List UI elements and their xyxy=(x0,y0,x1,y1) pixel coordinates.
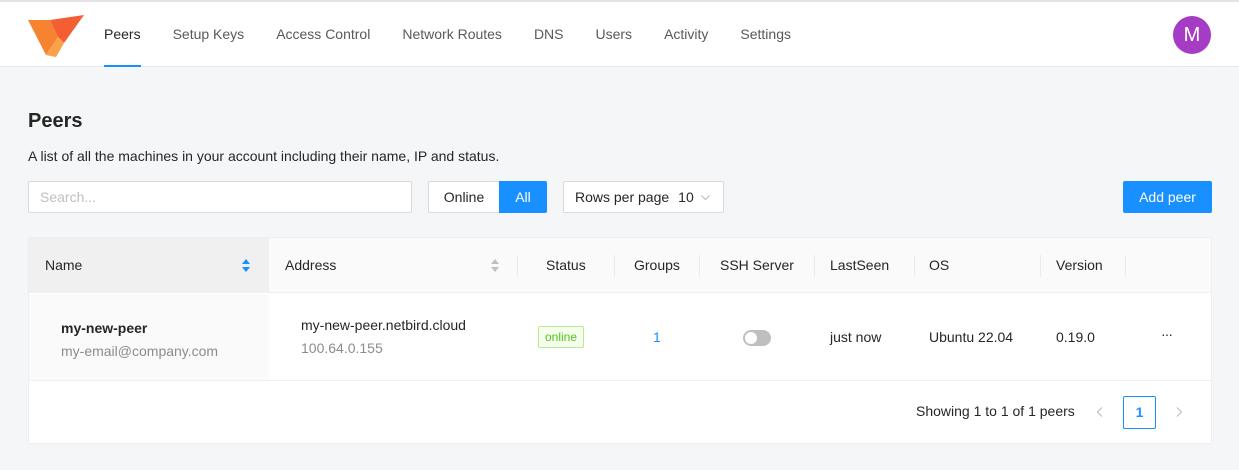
nav-setup-keys[interactable]: Setup Keys xyxy=(173,2,245,67)
rows-per-page-label: Rows per page xyxy=(575,189,670,205)
peer-version: 0.19.0 xyxy=(1056,329,1095,345)
nav-settings[interactable]: Settings xyxy=(740,2,791,67)
nav-dns[interactable]: DNS xyxy=(534,2,564,67)
nav-access-control[interactable]: Access Control xyxy=(276,2,370,67)
column-header-groups: Groups xyxy=(634,257,680,273)
status-badge: online xyxy=(538,326,585,348)
rows-per-page-select[interactable]: Rows per page 10 xyxy=(563,181,724,213)
chevron-down-icon xyxy=(700,194,710,200)
page-title: Peers xyxy=(28,110,83,132)
main-nav: Peers Setup Keys Access Control Network … xyxy=(104,2,823,67)
filter-all-button[interactable]: All xyxy=(499,181,547,213)
page-description: A list of all the machines in your accou… xyxy=(28,148,500,164)
column-header-name[interactable]: Name xyxy=(45,238,82,293)
peer-address: my-new-peer.netbird.cloud xyxy=(301,317,466,333)
peer-email: my-email@company.com xyxy=(61,343,219,359)
nav-peers[interactable]: Peers xyxy=(104,2,141,67)
user-avatar[interactable]: M xyxy=(1173,16,1211,54)
peer-ip: 100.64.0.155 xyxy=(301,340,383,356)
column-header-status: Status xyxy=(546,257,586,273)
column-header-ssh-server: SSH Server xyxy=(720,257,794,273)
netbird-logo[interactable] xyxy=(28,15,84,57)
nav-network-routes[interactable]: Network Routes xyxy=(402,2,502,67)
sort-icon[interactable] xyxy=(242,258,250,273)
last-seen: just now xyxy=(830,329,882,345)
app-header: Peers Setup Keys Access Control Network … xyxy=(0,2,1239,67)
status-filter: Online All xyxy=(428,181,547,213)
peer-os: Ubuntu 22.04 xyxy=(929,329,1014,345)
more-actions-icon[interactable]: ··· xyxy=(1161,326,1173,342)
filter-online-button[interactable]: Online xyxy=(428,181,499,213)
rows-per-page-value: 10 xyxy=(678,189,694,205)
chevron-left-icon[interactable] xyxy=(1095,406,1105,418)
peers-table: Name Address Status Groups SSH Server La… xyxy=(28,237,1212,444)
page-1-button[interactable]: 1 xyxy=(1123,396,1156,429)
sort-icon[interactable] xyxy=(491,258,499,273)
ssh-server-toggle[interactable] xyxy=(743,330,771,346)
search-input[interactable] xyxy=(28,181,412,213)
nav-users[interactable]: Users xyxy=(596,2,633,67)
column-header-last-seen: LastSeen xyxy=(830,257,890,273)
nav-activity[interactable]: Activity xyxy=(664,2,708,67)
column-header-address[interactable]: Address xyxy=(285,238,336,293)
column-header-os: OS xyxy=(929,257,950,273)
add-peer-button[interactable]: Add peer xyxy=(1123,181,1212,213)
chevron-right-icon[interactable] xyxy=(1174,406,1184,418)
pagination-summary: Showing 1 to 1 of 1 peers xyxy=(916,403,1075,419)
table-header: Name Address Status Groups SSH Server La… xyxy=(29,238,1211,293)
peer-name[interactable]: my-new-peer xyxy=(61,320,147,336)
groups-count-link[interactable]: 1 xyxy=(653,329,661,345)
column-header-version: Version xyxy=(1056,257,1103,273)
